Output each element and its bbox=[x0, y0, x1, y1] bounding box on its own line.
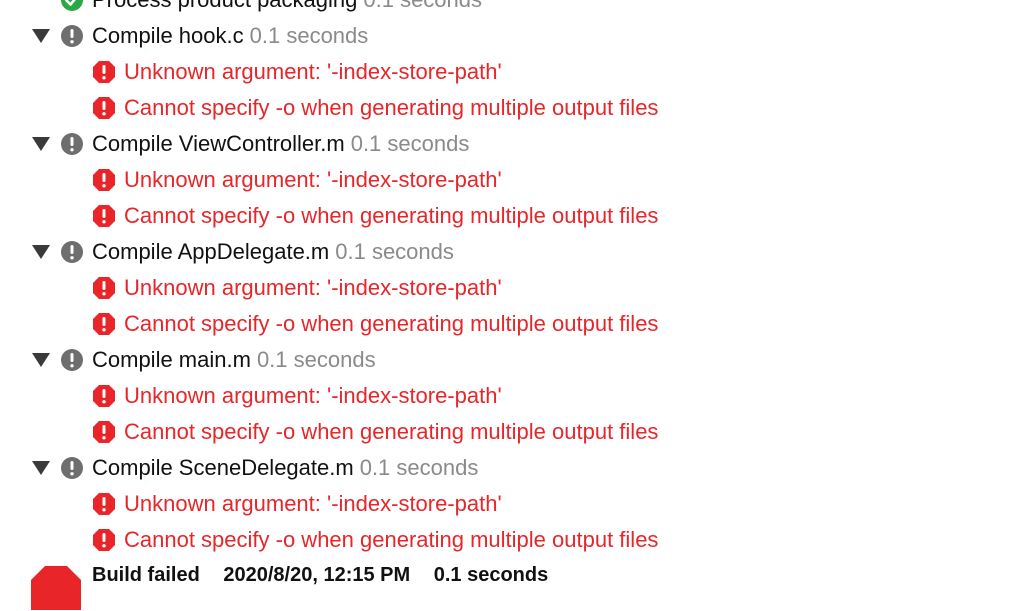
log-group-compile[interactable]: Compile hook.c 0.1 seconds bbox=[0, 18, 1030, 54]
log-item-process-packaging[interactable]: Process product packaging 0.1 seconds bbox=[0, 0, 1030, 18]
disclosure-triangle-icon[interactable] bbox=[32, 461, 50, 475]
log-group-title: Compile ViewController.m 0.1 seconds bbox=[92, 132, 469, 156]
log-error-message: Unknown argument: '-index-store-path' bbox=[124, 275, 502, 300]
error-octagon-icon bbox=[93, 277, 115, 299]
log-error-message: Cannot specify -o when generating multip… bbox=[124, 527, 659, 552]
log-error-message: Cannot specify -o when generating multip… bbox=[124, 311, 659, 336]
log-error-message: Unknown argument: '-index-store-path' bbox=[124, 383, 502, 408]
disclosure-triangle-icon[interactable] bbox=[32, 29, 50, 43]
log-error-message: Unknown argument: '-index-store-path' bbox=[124, 167, 502, 192]
build-log: Process product packaging 0.1 seconds Com… bbox=[0, 0, 1030, 558]
log-group-name: Compile ViewController.m bbox=[92, 131, 345, 156]
log-error-item[interactable]: Unknown argument: '-index-store-path' bbox=[0, 270, 1030, 306]
log-error-item[interactable]: Unknown argument: '-index-store-path' bbox=[0, 54, 1030, 90]
log-group-title: Compile main.m 0.1 seconds bbox=[92, 348, 376, 372]
log-group-name: Compile AppDelegate.m bbox=[92, 239, 330, 264]
log-group-name: Compile SceneDelegate.m bbox=[92, 455, 354, 480]
log-error-item[interactable]: Unknown argument: '-index-store-path' bbox=[0, 162, 1030, 198]
log-error-item[interactable]: Cannot specify -o when generating multip… bbox=[0, 306, 1030, 342]
log-error-item[interactable]: Cannot specify -o when generating multip… bbox=[0, 414, 1030, 450]
error-octagon-icon bbox=[93, 493, 115, 515]
log-group-name: Compile hook.c bbox=[92, 23, 244, 48]
log-group-duration: 0.1 seconds bbox=[350, 131, 470, 156]
exclamation-circle-icon bbox=[61, 457, 83, 479]
log-group-compile[interactable]: Compile ViewController.m 0.1 seconds bbox=[0, 126, 1030, 162]
checkmark-circle-icon bbox=[61, 0, 83, 11]
log-group-name: Compile main.m bbox=[92, 347, 251, 372]
error-octagon-icon bbox=[93, 385, 115, 407]
log-error-item[interactable]: Unknown argument: '-index-store-path' bbox=[0, 378, 1030, 414]
error-octagon-icon bbox=[93, 205, 115, 227]
log-item-title: Process product packaging 0.1 seconds bbox=[92, 0, 482, 12]
error-octagon-icon bbox=[93, 529, 115, 551]
log-group-compile[interactable]: Compile main.m 0.1 seconds bbox=[0, 342, 1030, 378]
build-summary: Build failed 2020/8/20, 12:15 PM 0.1 sec… bbox=[0, 557, 1030, 610]
log-error-item[interactable]: Cannot specify -o when generating multip… bbox=[0, 198, 1030, 234]
build-timestamp: 2020/8/20, 12:15 PM bbox=[223, 564, 411, 586]
log-error-message: Unknown argument: '-index-store-path' bbox=[124, 59, 502, 84]
log-group-title: Compile AppDelegate.m 0.1 seconds bbox=[92, 240, 454, 264]
build-status: Build failed bbox=[92, 564, 200, 586]
log-error-item[interactable]: Cannot specify -o when generating multip… bbox=[0, 522, 1030, 558]
exclamation-circle-icon bbox=[61, 349, 83, 371]
log-group-compile[interactable]: Compile AppDelegate.m 0.1 seconds bbox=[0, 234, 1030, 270]
log-group-title: Compile SceneDelegate.m 0.1 seconds bbox=[92, 456, 478, 480]
exclamation-circle-icon bbox=[61, 25, 83, 47]
build-summary-text: Build failed 2020/8/20, 12:15 PM 0.1 sec… bbox=[92, 564, 566, 587]
error-octagon-icon bbox=[93, 421, 115, 443]
log-group-compile[interactable]: Compile SceneDelegate.m 0.1 seconds bbox=[0, 450, 1030, 486]
log-error-item[interactable]: Cannot specify -o when generating multip… bbox=[0, 90, 1030, 126]
build-duration: 0.1 seconds bbox=[433, 564, 549, 586]
log-error-message: Cannot specify -o when generating multip… bbox=[124, 95, 659, 120]
disclosure-triangle-icon[interactable] bbox=[32, 353, 50, 367]
log-error-item[interactable]: Unknown argument: '-index-store-path' bbox=[0, 486, 1030, 522]
error-octagon-icon bbox=[93, 169, 115, 191]
error-octagon-icon bbox=[93, 313, 115, 335]
disclosure-triangle-icon[interactable] bbox=[32, 137, 50, 151]
exclamation-circle-icon bbox=[61, 241, 83, 263]
disclosure-triangle-icon[interactable] bbox=[32, 245, 50, 259]
log-error-message: Unknown argument: '-index-store-path' bbox=[124, 491, 502, 516]
error-octagon-icon bbox=[93, 61, 115, 83]
build-failed-icon bbox=[31, 566, 81, 610]
log-item-duration: 0.1 seconds bbox=[363, 0, 482, 12]
log-error-message: Cannot specify -o when generating multip… bbox=[124, 419, 659, 444]
log-group-duration: 0.1 seconds bbox=[335, 239, 454, 264]
log-group-duration: 0.1 seconds bbox=[256, 347, 376, 372]
error-octagon-icon bbox=[93, 97, 115, 119]
log-group-duration: 0.1 seconds bbox=[249, 23, 369, 48]
log-item-name: Process product packaging bbox=[92, 0, 357, 12]
exclamation-circle-icon bbox=[61, 133, 83, 155]
log-error-message: Cannot specify -o when generating multip… bbox=[124, 203, 659, 228]
log-group-duration: 0.1 seconds bbox=[359, 455, 479, 480]
log-group-title: Compile hook.c 0.1 seconds bbox=[92, 24, 368, 48]
